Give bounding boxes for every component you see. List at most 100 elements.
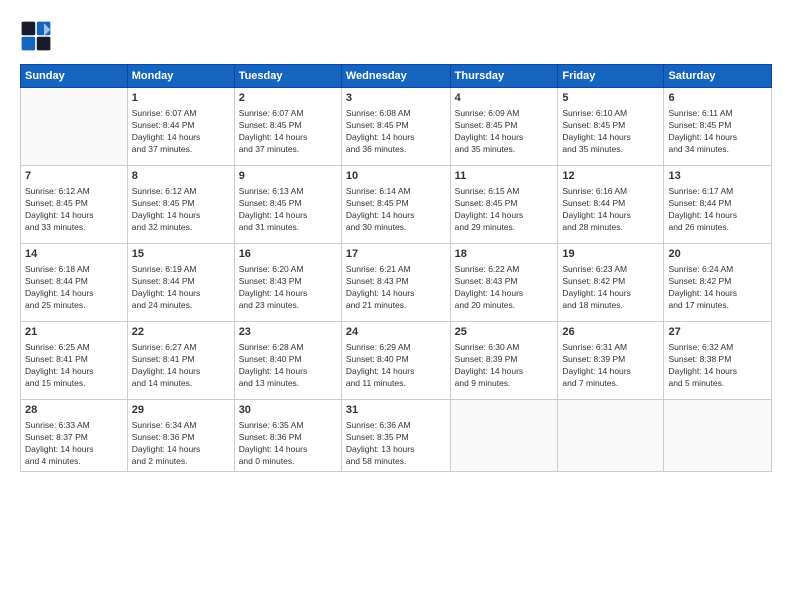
day-text: and 35 minutes. (455, 144, 554, 156)
day-cell: 9Sunrise: 6:13 AMSunset: 8:45 PMDaylight… (234, 166, 341, 244)
day-number: 10 (346, 169, 446, 184)
day-number: 14 (25, 247, 123, 262)
day-text: Sunrise: 6:17 AM (668, 186, 767, 198)
day-text: and 5 minutes. (668, 378, 767, 390)
day-number: 23 (239, 325, 337, 340)
day-cell: 6Sunrise: 6:11 AMSunset: 8:45 PMDaylight… (664, 88, 772, 166)
day-cell: 16Sunrise: 6:20 AMSunset: 8:43 PMDayligh… (234, 244, 341, 322)
day-text: Sunrise: 6:09 AM (455, 108, 554, 120)
day-text: Sunset: 8:45 PM (132, 198, 230, 210)
day-text: Sunset: 8:43 PM (239, 276, 337, 288)
day-text: and 34 minutes. (668, 144, 767, 156)
day-text: Sunrise: 6:23 AM (562, 264, 659, 276)
day-number: 31 (346, 403, 446, 418)
day-text: and 37 minutes. (239, 144, 337, 156)
day-text: Sunrise: 6:34 AM (132, 420, 230, 432)
day-text: and 35 minutes. (562, 144, 659, 156)
day-text: and 21 minutes. (346, 300, 446, 312)
week-row-4: 21Sunrise: 6:25 AMSunset: 8:41 PMDayligh… (21, 322, 772, 400)
day-text: Daylight: 14 hours (455, 210, 554, 222)
day-text: Sunset: 8:45 PM (668, 120, 767, 132)
day-cell (450, 400, 558, 472)
day-text: Sunset: 8:36 PM (239, 432, 337, 444)
day-text: and 2 minutes. (132, 456, 230, 468)
day-cell (664, 400, 772, 472)
day-number: 20 (668, 247, 767, 262)
day-text: Sunrise: 6:22 AM (455, 264, 554, 276)
day-text: and 31 minutes. (239, 222, 337, 234)
day-text: Daylight: 14 hours (668, 366, 767, 378)
day-text: Sunrise: 6:11 AM (668, 108, 767, 120)
day-text: Daylight: 14 hours (25, 288, 123, 300)
day-text: Daylight: 14 hours (346, 366, 446, 378)
day-text: Daylight: 14 hours (239, 366, 337, 378)
day-text: Sunrise: 6:25 AM (25, 342, 123, 354)
day-text: and 29 minutes. (455, 222, 554, 234)
day-text: Daylight: 14 hours (455, 366, 554, 378)
day-text: Daylight: 14 hours (132, 366, 230, 378)
day-text: Sunrise: 6:08 AM (346, 108, 446, 120)
day-cell: 25Sunrise: 6:30 AMSunset: 8:39 PMDayligh… (450, 322, 558, 400)
day-text: Sunset: 8:45 PM (346, 198, 446, 210)
day-text: Sunset: 8:43 PM (455, 276, 554, 288)
page: SundayMondayTuesdayWednesdayThursdayFrid… (0, 0, 792, 612)
day-text: Sunset: 8:44 PM (668, 198, 767, 210)
day-number: 27 (668, 325, 767, 340)
day-number: 21 (25, 325, 123, 340)
day-text: Sunset: 8:40 PM (239, 354, 337, 366)
day-text: Daylight: 14 hours (668, 210, 767, 222)
day-text: Daylight: 14 hours (132, 210, 230, 222)
day-number: 6 (668, 91, 767, 106)
day-cell: 21Sunrise: 6:25 AMSunset: 8:41 PMDayligh… (21, 322, 128, 400)
day-text: Sunrise: 6:12 AM (132, 186, 230, 198)
day-cell: 10Sunrise: 6:14 AMSunset: 8:45 PMDayligh… (341, 166, 450, 244)
day-text: and 24 minutes. (132, 300, 230, 312)
day-text: Sunset: 8:41 PM (25, 354, 123, 366)
day-text: Sunset: 8:41 PM (132, 354, 230, 366)
day-text: and 30 minutes. (346, 222, 446, 234)
day-text: and 18 minutes. (562, 300, 659, 312)
day-cell: 15Sunrise: 6:19 AMSunset: 8:44 PMDayligh… (127, 244, 234, 322)
day-cell: 4Sunrise: 6:09 AMSunset: 8:45 PMDaylight… (450, 88, 558, 166)
day-text: Daylight: 14 hours (239, 132, 337, 144)
day-text: Sunset: 8:45 PM (25, 198, 123, 210)
day-cell (558, 400, 664, 472)
day-text: and 32 minutes. (132, 222, 230, 234)
logo-icon (20, 20, 52, 52)
day-text: Sunset: 8:44 PM (132, 276, 230, 288)
header-row: SundayMondayTuesdayWednesdayThursdayFrid… (21, 65, 772, 88)
day-number: 22 (132, 325, 230, 340)
day-number: 19 (562, 247, 659, 262)
day-text: and 14 minutes. (132, 378, 230, 390)
day-text: Daylight: 14 hours (239, 288, 337, 300)
day-text: and 4 minutes. (25, 456, 123, 468)
header-cell-thursday: Thursday (450, 65, 558, 88)
day-text: Daylight: 14 hours (562, 210, 659, 222)
day-text: and 9 minutes. (455, 378, 554, 390)
day-text: Sunrise: 6:12 AM (25, 186, 123, 198)
day-text: Sunset: 8:43 PM (346, 276, 446, 288)
day-text: and 28 minutes. (562, 222, 659, 234)
day-text: Sunrise: 6:29 AM (346, 342, 446, 354)
day-text: Sunrise: 6:27 AM (132, 342, 230, 354)
header-cell-saturday: Saturday (664, 65, 772, 88)
day-number: 7 (25, 169, 123, 184)
header-cell-friday: Friday (558, 65, 664, 88)
day-text: and 26 minutes. (668, 222, 767, 234)
day-cell: 17Sunrise: 6:21 AMSunset: 8:43 PMDayligh… (341, 244, 450, 322)
day-text: and 13 minutes. (239, 378, 337, 390)
day-text: Sunrise: 6:07 AM (132, 108, 230, 120)
day-cell: 5Sunrise: 6:10 AMSunset: 8:45 PMDaylight… (558, 88, 664, 166)
day-text: and 7 minutes. (562, 378, 659, 390)
header-cell-tuesday: Tuesday (234, 65, 341, 88)
day-number: 2 (239, 91, 337, 106)
day-text: Sunrise: 6:35 AM (239, 420, 337, 432)
day-cell: 28Sunrise: 6:33 AMSunset: 8:37 PMDayligh… (21, 400, 128, 472)
day-text: Daylight: 14 hours (25, 444, 123, 456)
day-number: 9 (239, 169, 337, 184)
day-number: 28 (25, 403, 123, 418)
day-text: Sunrise: 6:31 AM (562, 342, 659, 354)
day-text: Sunset: 8:35 PM (346, 432, 446, 444)
day-number: 26 (562, 325, 659, 340)
day-text: Sunrise: 6:33 AM (25, 420, 123, 432)
